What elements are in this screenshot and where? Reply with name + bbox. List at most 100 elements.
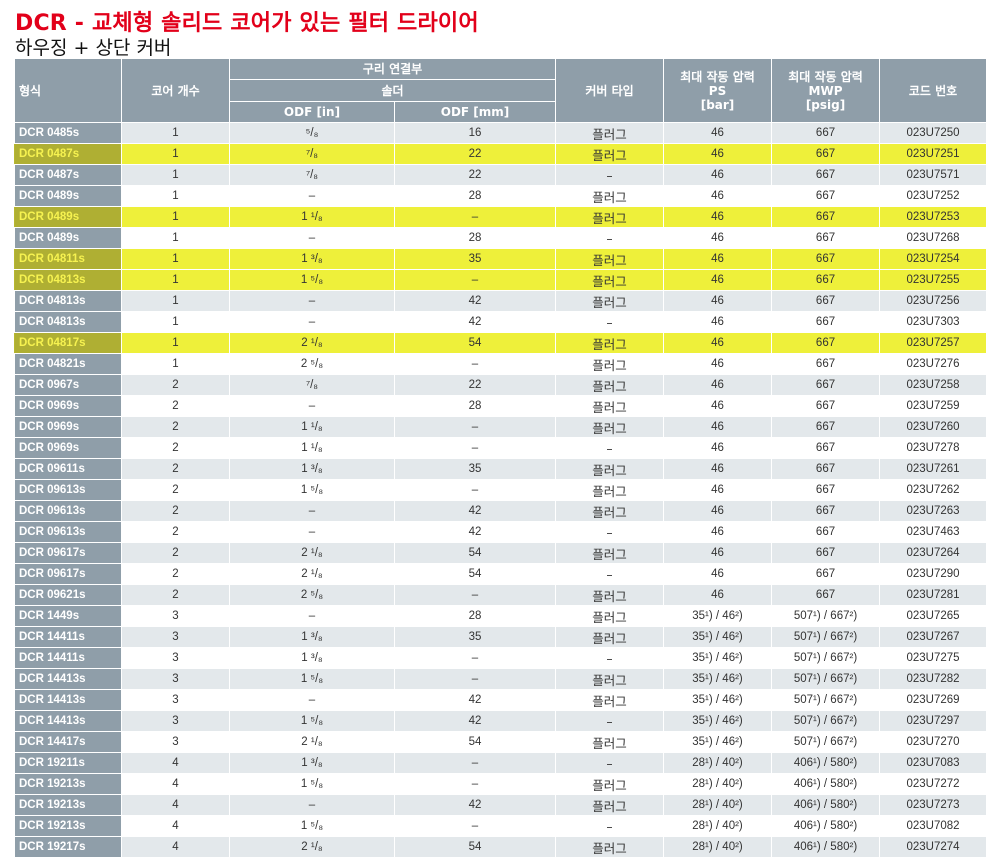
table-row: DCR 09613s 2–42–46 667 023U7463 (14, 521, 988, 543)
header-ps-line3: [bar] (700, 97, 735, 112)
cell-cores: 2 (121, 521, 230, 543)
cell-cover: – (555, 752, 665, 774)
cell-ps: 46 (663, 332, 773, 354)
cell-code: 023U7281 (879, 584, 988, 606)
cell-code: 023U7250 (879, 122, 988, 144)
cell-cover: 플러그 (555, 416, 665, 438)
cell-cover: – (555, 521, 665, 543)
cell-model: DCR 04821s (14, 353, 122, 375)
table-row: DCR 09613s 2–42 플러그 46 667 023U7263 (14, 500, 988, 522)
cell-mwp: 667 (771, 563, 881, 585)
cell-code: 023U7274 (879, 836, 988, 858)
cell-code: 023U7264 (879, 542, 988, 564)
cell-odf-mm: 28 (393, 605, 557, 627)
cell-odf-mm: 54 (393, 542, 557, 564)
cell-ps: 35¹) / 46²) (663, 668, 773, 690)
cell-cover: 플러그 (555, 836, 665, 858)
cell-ps: 46 (663, 164, 773, 186)
table-row: DCR 0489s 1–28–46 667 023U7268 (14, 227, 988, 249)
cell-ps: 35¹) / 46²) (663, 689, 773, 711)
cell-odf-in: ⁷/₈ (229, 143, 395, 165)
cell-odf-mm: – (393, 269, 557, 291)
cell-code: 023U7256 (879, 290, 988, 312)
cell-mwp: 507¹) / 667²) (771, 710, 881, 732)
cell-mwp: 406¹) / 580²) (771, 773, 881, 795)
table-body: DCR 0485s 1 ⁵/₈ 16 플러그 46 667 023U7250 DCR 0487s… (14, 122, 988, 858)
cell-cover: 플러그 (555, 185, 665, 207)
cell-cores: 4 (121, 773, 230, 795)
cell-cores: 1 (121, 143, 230, 165)
cell-code: 023U7290 (879, 563, 988, 585)
table-row: DCR 0489s 1–28 플러그 46 667 023U7252 (14, 185, 988, 207)
cell-model: DCR 09621s (14, 584, 122, 606)
table-row: DCR 0967s 2 ⁷/₈ 22 플러그 46 667 023U7258 (14, 374, 988, 396)
cell-model: DCR 09617s (14, 563, 122, 585)
cell-cores: 1 (121, 185, 230, 207)
header-solder: 솔더 (228, 79, 557, 102)
cell-odf-mm: – (393, 773, 557, 795)
cell-ps: 28¹) / 40²) (663, 773, 773, 795)
table-row: DCR 0969s 2 1 ¹/₈ – 플러그 46 667 023U7260 (14, 416, 988, 438)
cell-model: DCR 14411s (14, 626, 122, 648)
cell-model: DCR 19213s (14, 773, 122, 795)
cell-mwp: 667 (771, 206, 881, 228)
cell-model: DCR 09617s (14, 542, 122, 564)
cell-model: DCR 09613s (14, 500, 122, 522)
cell-odf-mm: 28 (393, 395, 557, 417)
table-row: DCR 0969s 2–28 플러그 46 667 023U7259 (14, 395, 988, 417)
cell-odf-in: – (229, 500, 395, 522)
cell-cores: 2 (121, 416, 230, 438)
cell-ps: 46 (663, 353, 773, 375)
cell-model: DCR 0969s (14, 395, 122, 417)
cell-model: DCR 14411s (14, 647, 122, 669)
cell-odf-in: – (229, 227, 395, 249)
cell-code: 023U7257 (879, 332, 988, 354)
cell-odf-in: 1 ⁵/₈ (229, 668, 395, 690)
cell-cover: 플러그 (555, 458, 665, 480)
cell-odf-in: 1 ³/₈ (229, 752, 395, 774)
cell-cover: 플러그 (555, 290, 665, 312)
cell-cores: 2 (121, 437, 230, 459)
cell-cores: 1 (121, 269, 230, 291)
cell-odf-in: ⁷/₈ (229, 374, 395, 396)
cell-code: 023U7259 (879, 395, 988, 417)
cell-model: DCR 1449s (14, 605, 122, 627)
cell-cover: 플러그 (555, 353, 665, 375)
cell-code: 023U7270 (879, 731, 988, 753)
cell-cores: 2 (121, 542, 230, 564)
cell-odf-mm: 28 (393, 227, 557, 249)
table-row: DCR 0969s 2 1 ¹/₈ – –46 667 023U7278 (14, 437, 988, 459)
table-row-highlighted: DCR 04817s 1 2 ¹/₈ 54 플러그 46 667 023U7257 (14, 332, 988, 354)
cell-odf-mm: 54 (393, 332, 557, 354)
cell-mwp: 406¹) / 580²) (771, 794, 881, 816)
table-row: DCR 14411s 3 1 ³/₈ – –35¹) / 46²) 507¹) / 667… (14, 647, 988, 669)
cell-code: 023U7262 (879, 479, 988, 501)
cell-ps: 46 (663, 479, 773, 501)
cell-ps: 28¹) / 40²) (663, 836, 773, 858)
cell-code: 023U7258 (879, 374, 988, 396)
cell-odf-in: 2 ¹/₈ (229, 836, 395, 858)
cell-ps: 46 (663, 437, 773, 459)
cell-odf-mm: – (393, 668, 557, 690)
cell-cover: 플러그 (555, 395, 665, 417)
cell-ps: 28¹) / 40²) (663, 752, 773, 774)
cell-ps: 46 (663, 542, 773, 564)
cell-odf-mm: – (393, 647, 557, 669)
cell-mwp: 406¹) / 580²) (771, 815, 881, 837)
cell-odf-mm: 42 (393, 794, 557, 816)
cell-odf-mm: 42 (393, 521, 557, 543)
cell-code: 023U7252 (879, 185, 988, 207)
header-odf-in: ODF [in] (229, 101, 395, 123)
cell-mwp: 667 (771, 458, 881, 480)
cell-ps: 35¹) / 46²) (663, 710, 773, 732)
cell-code: 023U7263 (879, 500, 988, 522)
table-row-highlighted: DCR 0489s 1 1 ¹/₈ – 플러그 46 667 023U7253 (14, 206, 988, 228)
cell-cover: 플러그 (555, 479, 665, 501)
cell-model: DCR 19213s (14, 794, 122, 816)
cell-ps: 46 (663, 269, 773, 291)
table-row: DCR 0485s 1 ⁵/₈ 16 플러그 46 667 023U7250 (14, 122, 988, 144)
cell-mwp: 507¹) / 667²) (771, 605, 881, 627)
cell-cores: 2 (121, 374, 230, 396)
cell-ps: 35¹) / 46²) (663, 605, 773, 627)
cell-cores: 4 (121, 794, 230, 816)
